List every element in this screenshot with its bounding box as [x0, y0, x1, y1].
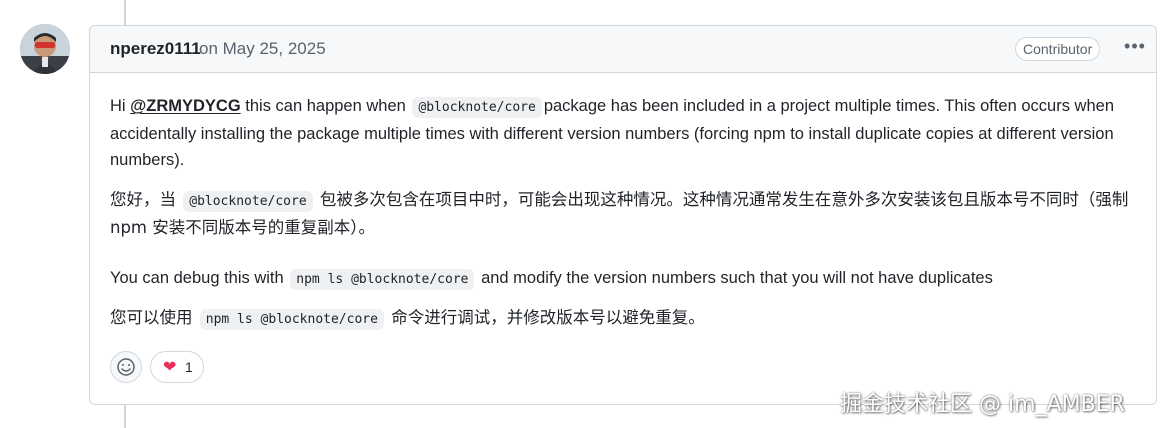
comment-date[interactable]: on May 25, 2025 [199, 39, 326, 59]
author-name[interactable]: nperez0111 [110, 39, 201, 59]
text: Hi [110, 97, 131, 115]
watermark: 掘金技术社区 @ im_AMBER [840, 392, 1125, 417]
user-mention-link[interactable]: @ZRMYDYCG [130, 97, 241, 115]
text: and modify the version numbers such that… [481, 269, 993, 287]
inline-code: npm ls @blocknote/core [290, 269, 475, 290]
more-options-button[interactable]: ••• [1120, 37, 1150, 59]
text: 您可以使用 [110, 308, 193, 327]
text: You can debug this with [110, 269, 284, 287]
heart-icon: ❤ [163, 359, 177, 376]
inline-code: npm ls @blocknote/core [199, 309, 384, 330]
inline-code: @blocknote/core [412, 97, 542, 118]
paragraph-en-2: You can debug this with npm ls @blocknot… [110, 265, 1140, 293]
comment-body: Hi @ZRMYDYCG this can happen when @block… [110, 93, 1140, 333]
comment-card: nperez0111 on May 25, 2025 Contributor •… [89, 25, 1157, 405]
text: 命令进行调试，并修改版本号以避免重复。 [391, 308, 705, 327]
add-reaction-button[interactable] [110, 351, 142, 383]
heart-reaction-button[interactable]: ❤ 1 [150, 351, 204, 383]
comment-header: nperez0111 on May 25, 2025 Contributor •… [90, 26, 1156, 73]
text: this can happen when [240, 97, 406, 115]
avatar-image [20, 24, 70, 74]
heart-count: 1 [185, 359, 193, 375]
paragraph-en-1: Hi @ZRMYDYCG this can happen when @block… [110, 93, 1140, 173]
smiley-icon [117, 358, 135, 376]
text: 您好，当 [110, 190, 176, 209]
paragraph-zh-1: 您好，当 @blocknote/core 包被多次包含在项目中时，可能会出现这种… [110, 187, 1140, 241]
paragraph-zh-2: 您可以使用 npm ls @blocknote/core 命令进行调试，并修改版… [110, 305, 1140, 333]
inline-code: @blocknote/core [183, 191, 313, 212]
avatar[interactable] [20, 24, 70, 74]
contributor-badge: Contributor [1015, 37, 1101, 61]
